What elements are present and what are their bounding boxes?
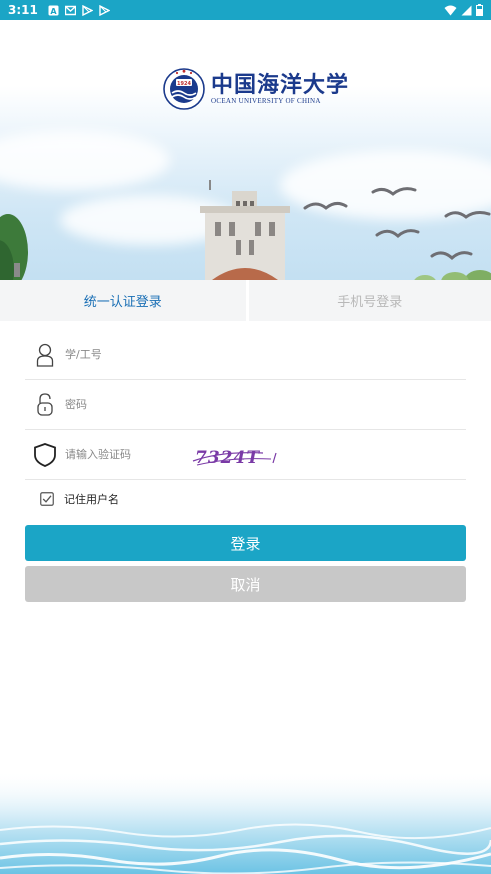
play-icon xyxy=(82,4,93,16)
play-icon xyxy=(99,4,110,16)
lock-icon xyxy=(25,392,65,417)
remember-label: 记住用户名 xyxy=(64,493,119,506)
tab-unified-auth[interactable]: 统一认证登录 xyxy=(0,280,246,321)
password-input[interactable] xyxy=(65,398,466,411)
logo-text: 中国海洋大学 OCEAN UNIVERSITY OF CHINA xyxy=(211,73,349,105)
shield-icon xyxy=(25,442,65,467)
status-time: 3:11 xyxy=(8,3,38,17)
signal-icon xyxy=(461,5,472,15)
user-icon xyxy=(25,343,65,367)
cancel-button[interactable]: 取消 xyxy=(25,566,466,602)
captcha-image[interactable]: 7324T xyxy=(191,443,281,469)
checkbox-checked-icon[interactable] xyxy=(40,492,54,506)
battery-icon xyxy=(476,4,483,16)
status-bar: 3:11 A xyxy=(0,0,491,20)
logo-title-en: OCEAN UNIVERSITY OF CHINA xyxy=(211,97,321,105)
university-logo: 1924 中国海洋大学 OCEAN UNIVERSITY OF CHINA xyxy=(163,68,349,110)
logo-title-cn: 中国海洋大学 xyxy=(211,72,350,98)
wifi-icon xyxy=(444,5,457,15)
username-input[interactable] xyxy=(65,348,466,361)
tab-phone-login[interactable]: 手机号登录 xyxy=(245,280,491,321)
campus-scene xyxy=(0,180,491,302)
username-row xyxy=(25,330,466,380)
svg-text:A: A xyxy=(50,7,57,16)
password-row xyxy=(25,380,466,430)
hero-banner: 1924 中国海洋大学 OCEAN UNIVERSITY OF CHINA xyxy=(0,20,491,320)
mail-icon xyxy=(64,5,76,15)
seal-year: 1924 xyxy=(177,81,191,87)
remember-username[interactable]: 记住用户名 xyxy=(40,490,466,508)
a-icon: A xyxy=(48,5,59,16)
notification-icons: A xyxy=(48,4,110,16)
status-right-icons xyxy=(444,4,483,16)
login-tabs: 统一认证登录 手机号登录 xyxy=(0,280,491,321)
login-button[interactable]: 登录 xyxy=(25,525,466,561)
captcha-row: 7324T xyxy=(25,430,466,480)
ocean-waves-decoration xyxy=(0,770,491,874)
university-seal-icon: 1924 xyxy=(163,68,205,110)
login-form: 7324T 记住用户名 登录 取消 xyxy=(25,330,466,602)
